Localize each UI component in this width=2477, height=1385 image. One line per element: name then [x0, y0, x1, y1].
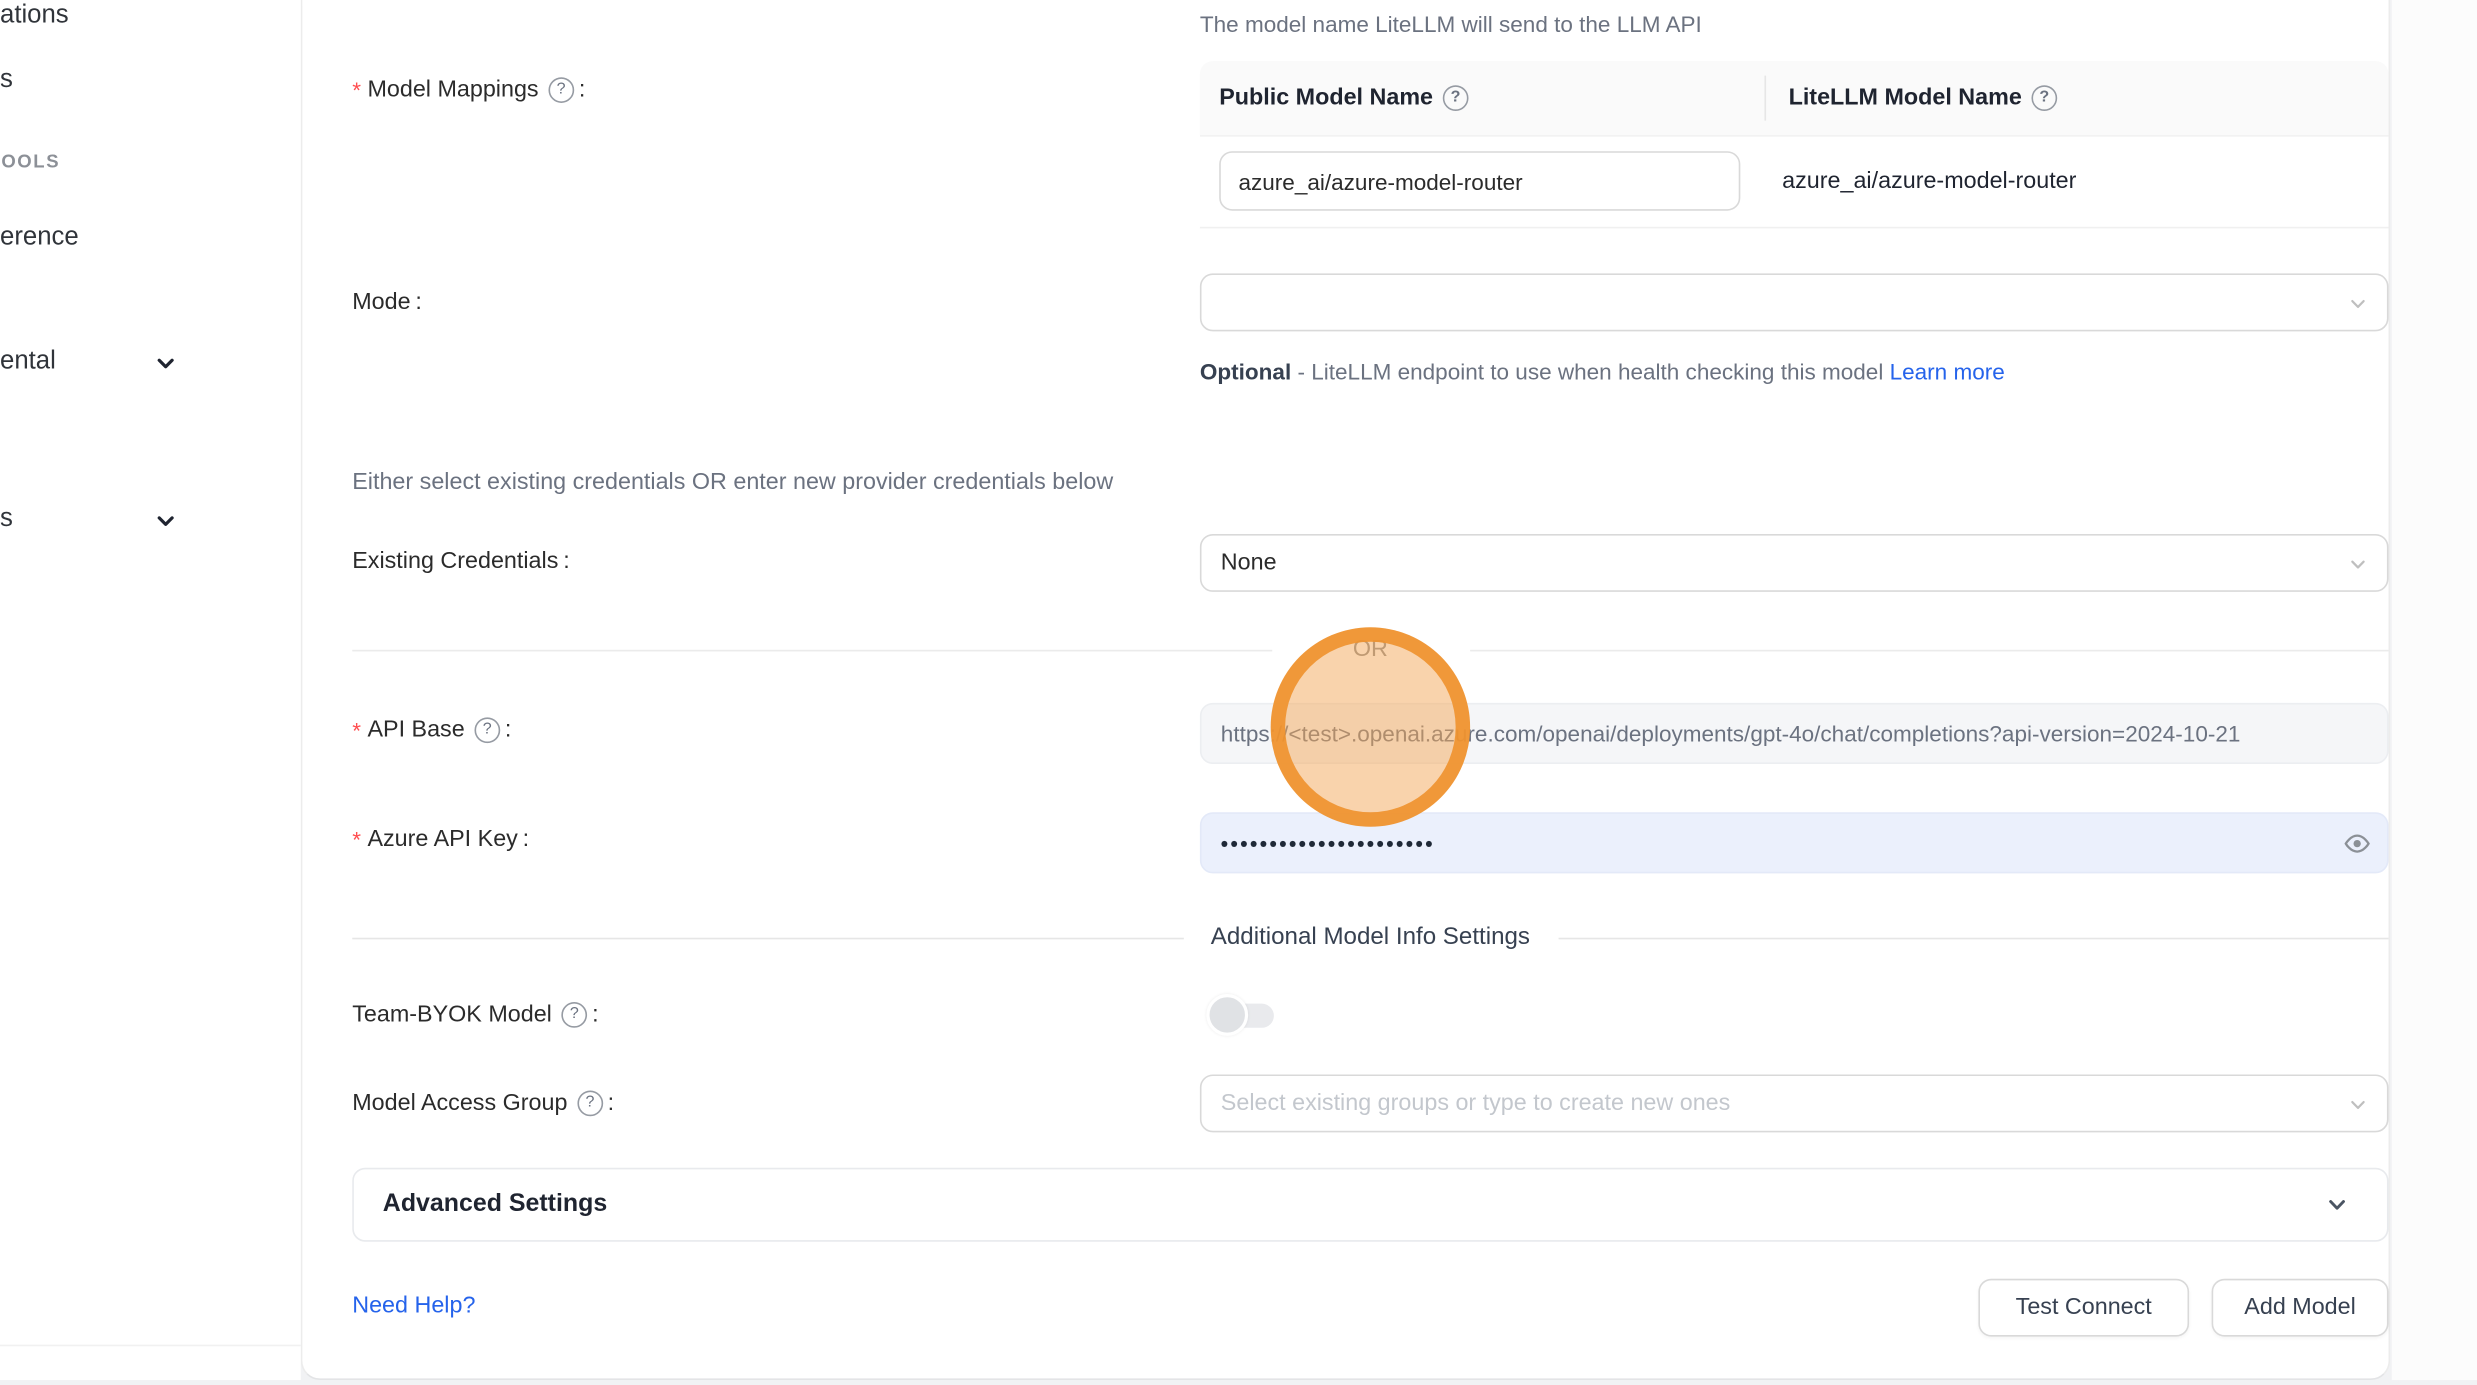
mode-help-text: Optional - LiteLLM endpoint to use when … — [1200, 352, 2017, 392]
model-name-helper-text: The model name LiteLLM will send to the … — [1200, 11, 1702, 37]
help-icon[interactable]: ? — [562, 1002, 588, 1028]
mode-select[interactable] — [1200, 273, 2389, 331]
sidebar-section-tools: TOOLS — [0, 153, 60, 172]
chevron-down-icon — [2326, 1193, 2349, 1216]
eye-icon[interactable] — [2343, 830, 2370, 857]
need-help-link[interactable]: Need Help? — [352, 1293, 475, 1319]
help-icon[interactable]: ? — [2031, 85, 2057, 111]
sidebar-footer-divider — [0, 1345, 301, 1347]
model-mappings-table-header: Public Model Name ? LiteLLM Model Name ? — [1200, 61, 2389, 137]
sidebar-item-experimental[interactable]: ental — [0, 347, 56, 376]
or-divider-line — [1470, 650, 2388, 652]
page-background-right — [2392, 0, 2477, 1380]
add-model-page: ations s TOOLS erence ental s The model … — [0, 0, 2477, 1385]
help-icon[interactable]: ? — [474, 717, 500, 743]
existing-credentials-select[interactable]: None — [1200, 534, 2389, 592]
sidebar-item-logs[interactable]: s — [0, 66, 13, 95]
chevron-down-icon — [2348, 294, 2367, 313]
sidebar-item-settings[interactable]: s — [0, 505, 13, 534]
advanced-settings-label: Advanced Settings — [383, 1190, 2326, 1219]
chevron-down-icon[interactable] — [154, 352, 177, 375]
advanced-settings-toggle[interactable]: Advanced Settings — [352, 1168, 2388, 1242]
column-header-public-model-name: Public Model Name ? — [1200, 85, 1750, 111]
help-icon[interactable]: ? — [577, 1091, 603, 1117]
toggle-knob — [1206, 994, 1248, 1036]
team-byok-toggle[interactable] — [1206, 994, 1277, 1036]
existing-credentials-label: Existing Credentials : — [352, 548, 569, 574]
public-model-name-input[interactable] — [1219, 151, 1740, 211]
mode-label: Mode : — [352, 290, 422, 316]
or-divider-line — [352, 650, 1272, 652]
litellm-model-name-value: azure_ai/azure-model-router — [1782, 137, 2076, 227]
masked-api-key: •••••••••••••••••••••• — [1221, 832, 1435, 853]
additional-settings-divider-text: Additional Model Info Settings — [1049, 923, 1692, 950]
required-marker: * — [352, 827, 361, 853]
team-byok-label: Team-BYOK Model ? : — [352, 1002, 598, 1028]
sidebar-item-organizations[interactable]: ations — [0, 2, 69, 31]
chevron-down-icon — [2348, 555, 2367, 574]
model-mappings-table-row: azure_ai/azure-model-router — [1200, 137, 2389, 229]
model-access-group-select[interactable]: Select existing groups or type to create… — [1200, 1074, 2389, 1132]
azure-api-key-input[interactable]: •••••••••••••••••••••• — [1200, 812, 2389, 873]
azure-api-key-label: * Azure API Key : — [352, 827, 529, 853]
help-icon[interactable]: ? — [1443, 85, 1469, 111]
chevron-down-icon — [2348, 1095, 2367, 1114]
existing-credentials-value: None — [1221, 550, 1277, 576]
chevron-down-icon[interactable] — [154, 510, 177, 533]
model-access-group-label: Model Access Group ? : — [352, 1091, 614, 1117]
column-divider — [1764, 76, 1766, 121]
help-icon[interactable]: ? — [548, 77, 574, 103]
sidebar-item-api-reference[interactable]: erence — [0, 224, 79, 253]
column-header-litellm-model-name: LiteLLM Model Name ? — [1750, 85, 2057, 111]
credentials-note: Either select existing credentials OR en… — [352, 470, 1113, 496]
model-mappings-label: * Model Mappings ? : — [352, 77, 585, 103]
model-mappings-table: Public Model Name ? LiteLLM Model Name ?… — [1200, 61, 2389, 228]
api-base-label: * API Base ? : — [352, 717, 511, 743]
model-access-group-placeholder: Select existing groups or type to create… — [1221, 1091, 1730, 1117]
test-connect-button[interactable]: Test Connect — [1978, 1279, 2189, 1337]
api-base-input[interactable]: https://<test>.openai.azure.com/openai/d… — [1200, 703, 2389, 764]
required-marker: * — [352, 717, 361, 743]
add-model-form-card: The model name LiteLLM will send to the … — [301, 0, 2390, 1380]
required-marker: * — [352, 77, 361, 103]
sidebar: ations s TOOLS erence ental s — [0, 0, 301, 1380]
learn-more-link[interactable]: Learn more — [1890, 359, 2005, 385]
add-model-button[interactable]: Add Model — [2212, 1279, 2389, 1337]
or-divider-text: OR — [1274, 637, 1467, 663]
